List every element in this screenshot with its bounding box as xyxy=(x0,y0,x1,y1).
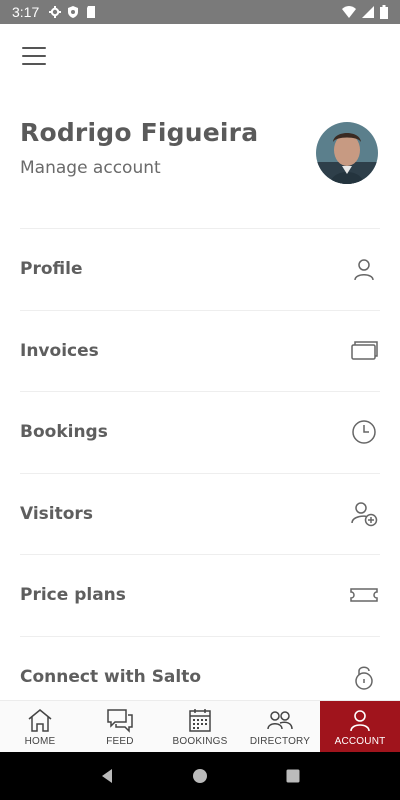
menu-item-profile[interactable]: Profile xyxy=(20,228,380,310)
people-icon xyxy=(267,711,293,730)
shield-icon xyxy=(68,6,79,18)
status-right-icons xyxy=(342,5,388,19)
chat-icon xyxy=(107,709,133,733)
cellular-icon xyxy=(362,6,374,18)
recents-icon[interactable] xyxy=(283,766,303,786)
clock-icon xyxy=(350,418,378,446)
sd-card-icon xyxy=(87,6,96,18)
home-circle-icon[interactable] xyxy=(190,766,210,786)
avatar[interactable] xyxy=(316,122,378,184)
tab-account[interactable]: ACCOUNT xyxy=(320,701,400,752)
calendar-icon xyxy=(189,709,211,732)
tab-feed[interactable]: FEED xyxy=(80,701,160,752)
tab-label: FEED xyxy=(106,736,134,747)
status-left-icons xyxy=(49,6,97,18)
bottom-navigation: HOME FEED BOOKINGS DIRECTORY ACCOUNT xyxy=(0,700,400,752)
account-menu-list: Profile Invoices Bookings Visitors Price… xyxy=(20,228,380,717)
wallet-icon xyxy=(350,337,378,365)
unlock-icon xyxy=(350,663,378,691)
tab-bookings[interactable]: BOOKINGS xyxy=(160,701,240,752)
profile-header: Rodrigo Figueira Manage account xyxy=(0,110,400,190)
menu-item-label: Bookings xyxy=(20,422,108,443)
add-user-icon xyxy=(350,500,378,528)
tab-directory[interactable]: DIRECTORY xyxy=(240,701,320,752)
status-bar: 3:17 xyxy=(0,0,400,24)
manage-account-link[interactable]: Manage account xyxy=(20,158,161,178)
status-time: 3:17 xyxy=(12,4,40,20)
back-icon[interactable] xyxy=(97,766,117,786)
menu-item-price-plans[interactable]: Price plans xyxy=(20,554,380,636)
menu-item-invoices[interactable]: Invoices xyxy=(20,309,380,392)
tab-label: HOME xyxy=(24,736,56,747)
wifi-icon xyxy=(342,6,356,18)
menu-item-label: Price plans xyxy=(20,585,126,606)
menu-item-label: Profile xyxy=(20,259,83,280)
tab-home[interactable]: HOME xyxy=(0,701,80,752)
tab-label: DIRECTORY xyxy=(249,736,311,747)
menu-item-bookings[interactable]: Bookings xyxy=(20,391,380,473)
system-navigation-bar xyxy=(0,752,400,800)
hamburger-menu-icon[interactable] xyxy=(20,44,48,68)
menu-item-visitors[interactable]: Visitors xyxy=(20,472,380,555)
battery-icon xyxy=(380,5,388,19)
tab-label: BOOKINGS xyxy=(172,736,228,747)
tab-label: ACCOUNT xyxy=(334,736,386,747)
menu-item-label: Visitors xyxy=(20,503,93,524)
ticket-icon xyxy=(350,581,378,609)
home-icon xyxy=(28,709,52,732)
menu-item-label: Invoices xyxy=(20,340,99,361)
user-icon xyxy=(350,255,378,283)
user-icon xyxy=(350,710,370,732)
profile-name: Rodrigo Figueira xyxy=(20,118,259,147)
gear-icon xyxy=(49,6,62,18)
menu-item-label: Connect with Salto xyxy=(20,666,202,687)
